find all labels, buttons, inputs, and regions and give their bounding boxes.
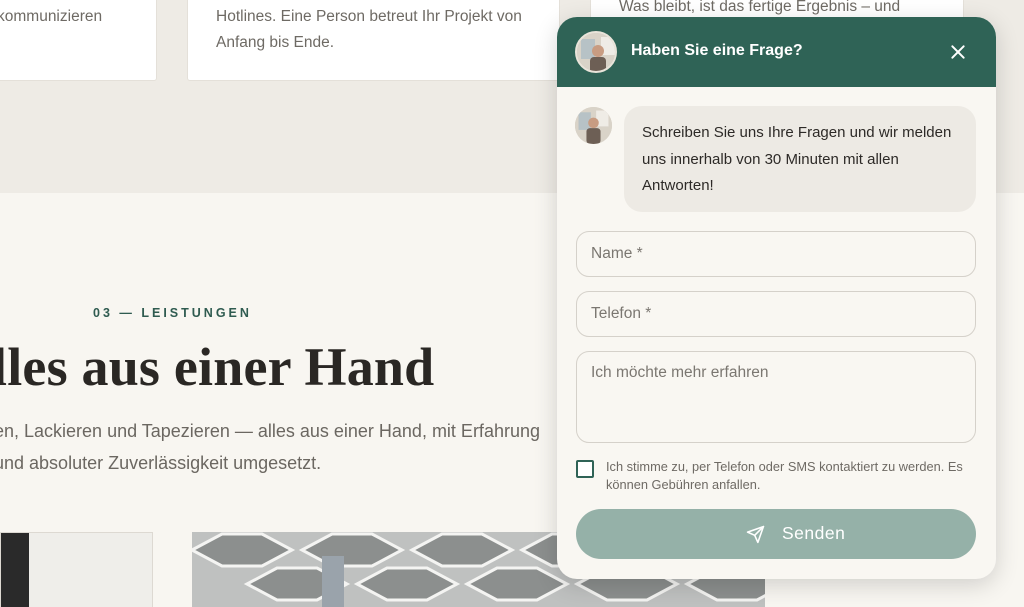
- send-button-label: Senden: [782, 523, 846, 543]
- welcome-message: Schreiben Sie uns Ihre Fragen und wir me…: [624, 106, 976, 212]
- agent-avatar: [575, 31, 617, 73]
- feature-card: kommunizieren: [0, 0, 157, 81]
- service-image: [0, 532, 153, 607]
- section-label: 03 — LEISTUNGEN: [93, 306, 252, 320]
- name-input[interactable]: [576, 231, 976, 277]
- section-description: en, Lackieren und Tapezieren — alles aus…: [0, 421, 540, 473]
- avatar-image: [577, 33, 615, 71]
- feature-card-text: Hotlines. Eine Person betreut Ihr Projek…: [216, 8, 522, 51]
- message-avatar: [575, 107, 612, 144]
- message-textarea[interactable]: [576, 351, 976, 443]
- consent-label: Ich stimme zu, per Telefon oder SMS kont…: [606, 459, 963, 492]
- avatar-image: [575, 107, 612, 144]
- close-icon[interactable]: [946, 40, 970, 64]
- feature-card: Hotlines. Eine Person betreut Ihr Projek…: [187, 0, 560, 81]
- section-title: lles aus einer Hand: [0, 337, 435, 397]
- service-image-shade: [1, 533, 29, 607]
- feature-card-text: kommunizieren: [0, 8, 103, 25]
- chat-widget: Haben Sie eine Frage? Schreiben Sie uns …: [557, 17, 996, 579]
- send-icon: [746, 525, 765, 544]
- chat-header: Haben Sie eine Frage?: [557, 17, 996, 87]
- send-button[interactable]: Senden: [576, 509, 976, 559]
- phone-input[interactable]: [576, 291, 976, 337]
- consent-checkbox[interactable]: [576, 460, 594, 478]
- chat-title: Haben Sie eine Frage?: [631, 42, 803, 59]
